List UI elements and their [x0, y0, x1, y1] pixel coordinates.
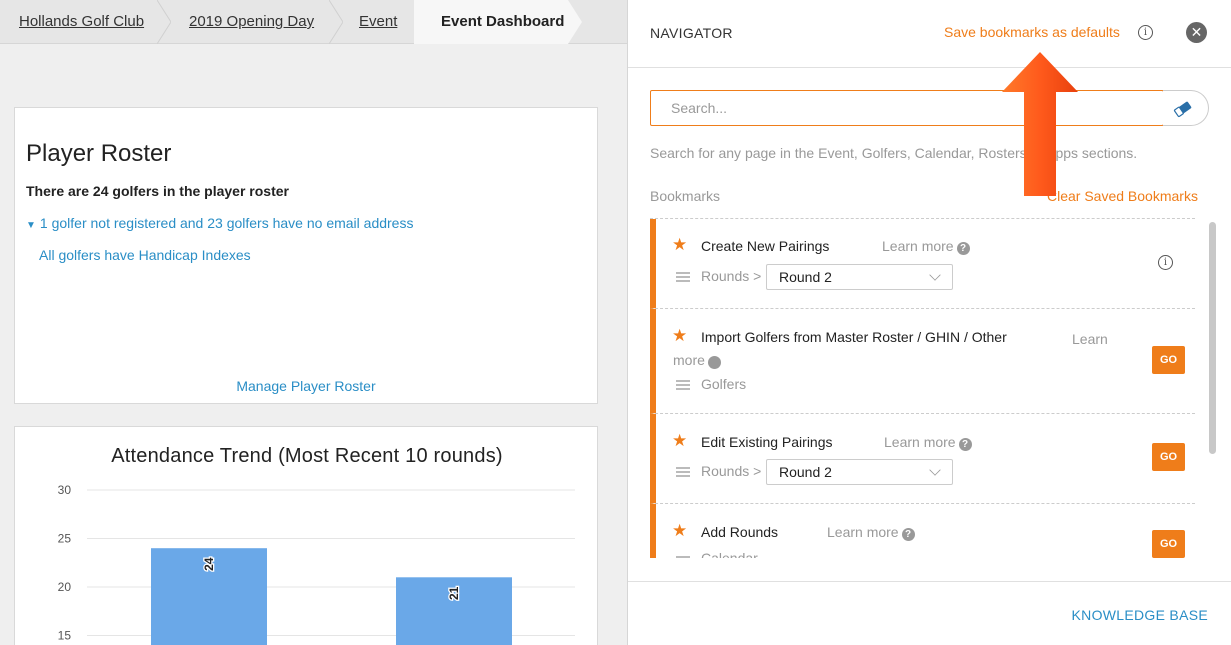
drag-handle-icon[interactable] — [676, 467, 690, 477]
info-icon[interactable]: i — [1138, 25, 1153, 40]
knowledge-base-link[interactable]: KNOWLEDGE BASE — [1072, 607, 1208, 623]
breadcrumb-separator — [157, 0, 171, 44]
drag-handle-icon[interactable] — [676, 556, 690, 558]
bar-data-label: 24 — [202, 557, 216, 571]
chevron-down-icon — [929, 464, 941, 476]
info-icon[interactable]: i — [1158, 255, 1173, 270]
bookmarks-list: ★ Create New Pairings Learn more? Rounds… — [650, 218, 1195, 558]
bookmark-create-new-pairings[interactable]: ★ Create New Pairings Learn more? Rounds… — [650, 219, 1195, 309]
clear-search-button[interactable] — [1163, 90, 1209, 126]
bookmark-meta: Rounds > — [701, 463, 762, 479]
round-select[interactable]: Round 2 — [766, 264, 953, 290]
roster-warning-text: 1 golfer not registered and 23 golfers h… — [39, 215, 414, 231]
bookmark-title[interactable]: Add Rounds — [701, 524, 778, 540]
breadcrumb-current: Event Dashboard — [414, 0, 582, 44]
attendance-trend-card: Attendance Trend (Most Recent 10 rounds)… — [14, 426, 598, 645]
learn-more-link[interactable]: Learn more? — [827, 524, 915, 541]
breadcrumb: Hollands Golf Club 2019 Opening Day Even… — [0, 0, 628, 44]
help-icon: ? — [956, 242, 970, 255]
roster-warning-toggle[interactable]: ▼ 1 golfer not registered and 23 golfers … — [26, 215, 413, 231]
arrow-up-icon — [1002, 52, 1078, 196]
breadcrumb-event-day-link[interactable]: 2019 Opening Day — [189, 0, 314, 44]
navigator-title: NAVIGATOR — [650, 25, 733, 41]
search-input[interactable] — [650, 90, 1164, 126]
learn-more-link[interactable]: Learn more? — [882, 238, 970, 255]
chevron-down-icon — [929, 269, 941, 281]
y-tick-label: 25 — [58, 532, 72, 546]
learn-more-link[interactable]: Learn more? — [673, 329, 1113, 371]
scrollbar[interactable] — [1209, 222, 1216, 454]
caret-down-icon: ▼ — [26, 220, 36, 231]
manage-player-roster-link[interactable]: Manage Player Roster — [15, 378, 597, 394]
help-icon: ? — [707, 356, 1113, 369]
bookmark-meta: Rounds > — [701, 268, 762, 284]
help-icon: ? — [901, 528, 915, 541]
roster-handicap-text: All golfers have Handicap Indexes — [39, 247, 251, 263]
y-tick-label: 15 — [58, 629, 72, 643]
drag-handle-icon[interactable] — [676, 380, 690, 390]
go-button[interactable]: GO — [1152, 346, 1185, 374]
bookmark-meta: Golfers — [701, 376, 747, 392]
bookmark-title[interactable]: Edit Existing Pairings — [701, 434, 833, 450]
navigator-footer: KNOWLEDGE BASE — [628, 581, 1231, 645]
bookmark-edit-existing-pairings[interactable]: ★ Edit Existing Pairings Learn more? Rou… — [650, 414, 1195, 504]
eraser-icon — [1173, 101, 1192, 118]
go-button[interactable]: GO — [1152, 530, 1185, 558]
learn-more-link[interactable]: Learn more? — [884, 434, 972, 451]
drag-handle-icon[interactable] — [676, 272, 690, 282]
navigator-panel: NAVIGATOR Save bookmarks as defaults i ✕… — [627, 0, 1231, 645]
close-icon[interactable]: ✕ — [1186, 22, 1207, 43]
breadcrumb-club-link[interactable]: Hollands Golf Club — [19, 0, 144, 44]
round-select[interactable]: Round 2 — [766, 459, 953, 485]
player-roster-card: Player Roster There are 24 golfers in th… — [14, 107, 598, 404]
navigator-header: NAVIGATOR Save bookmarks as defaults i ✕ — [628, 0, 1231, 68]
bookmarks-label: Bookmarks — [650, 188, 721, 204]
star-icon[interactable]: ★ — [672, 431, 687, 451]
roster-title: Player Roster — [26, 140, 172, 167]
y-tick-label: 20 — [58, 580, 72, 594]
help-icon: ? — [958, 438, 972, 451]
breadcrumb-event-link[interactable]: Event — [359, 0, 397, 44]
y-tick-label: 30 — [58, 483, 72, 497]
bookmark-add-rounds[interactable]: ★ Add Rounds Learn more? Calendar GO — [650, 504, 1195, 558]
breadcrumb-separator — [329, 0, 343, 44]
bookmark-import-golfers[interactable]: ★ Import Golfers from Master Roster / GH… — [650, 309, 1195, 414]
attendance-chart: 30 25 20 15 24 21 — [58, 483, 575, 645]
save-bookmarks-defaults-link[interactable]: Save bookmarks as defaults — [944, 24, 1120, 40]
bar-data-label: 21 — [447, 586, 461, 600]
star-icon[interactable]: ★ — [672, 521, 687, 541]
bookmark-title[interactable]: Create New Pairings — [701, 238, 829, 254]
star-icon[interactable]: ★ — [672, 235, 687, 255]
roster-count-text: There are 24 golfers in the player roste… — [26, 183, 289, 199]
go-button[interactable]: GO — [1152, 443, 1185, 471]
bookmark-meta: Calendar — [701, 550, 758, 558]
